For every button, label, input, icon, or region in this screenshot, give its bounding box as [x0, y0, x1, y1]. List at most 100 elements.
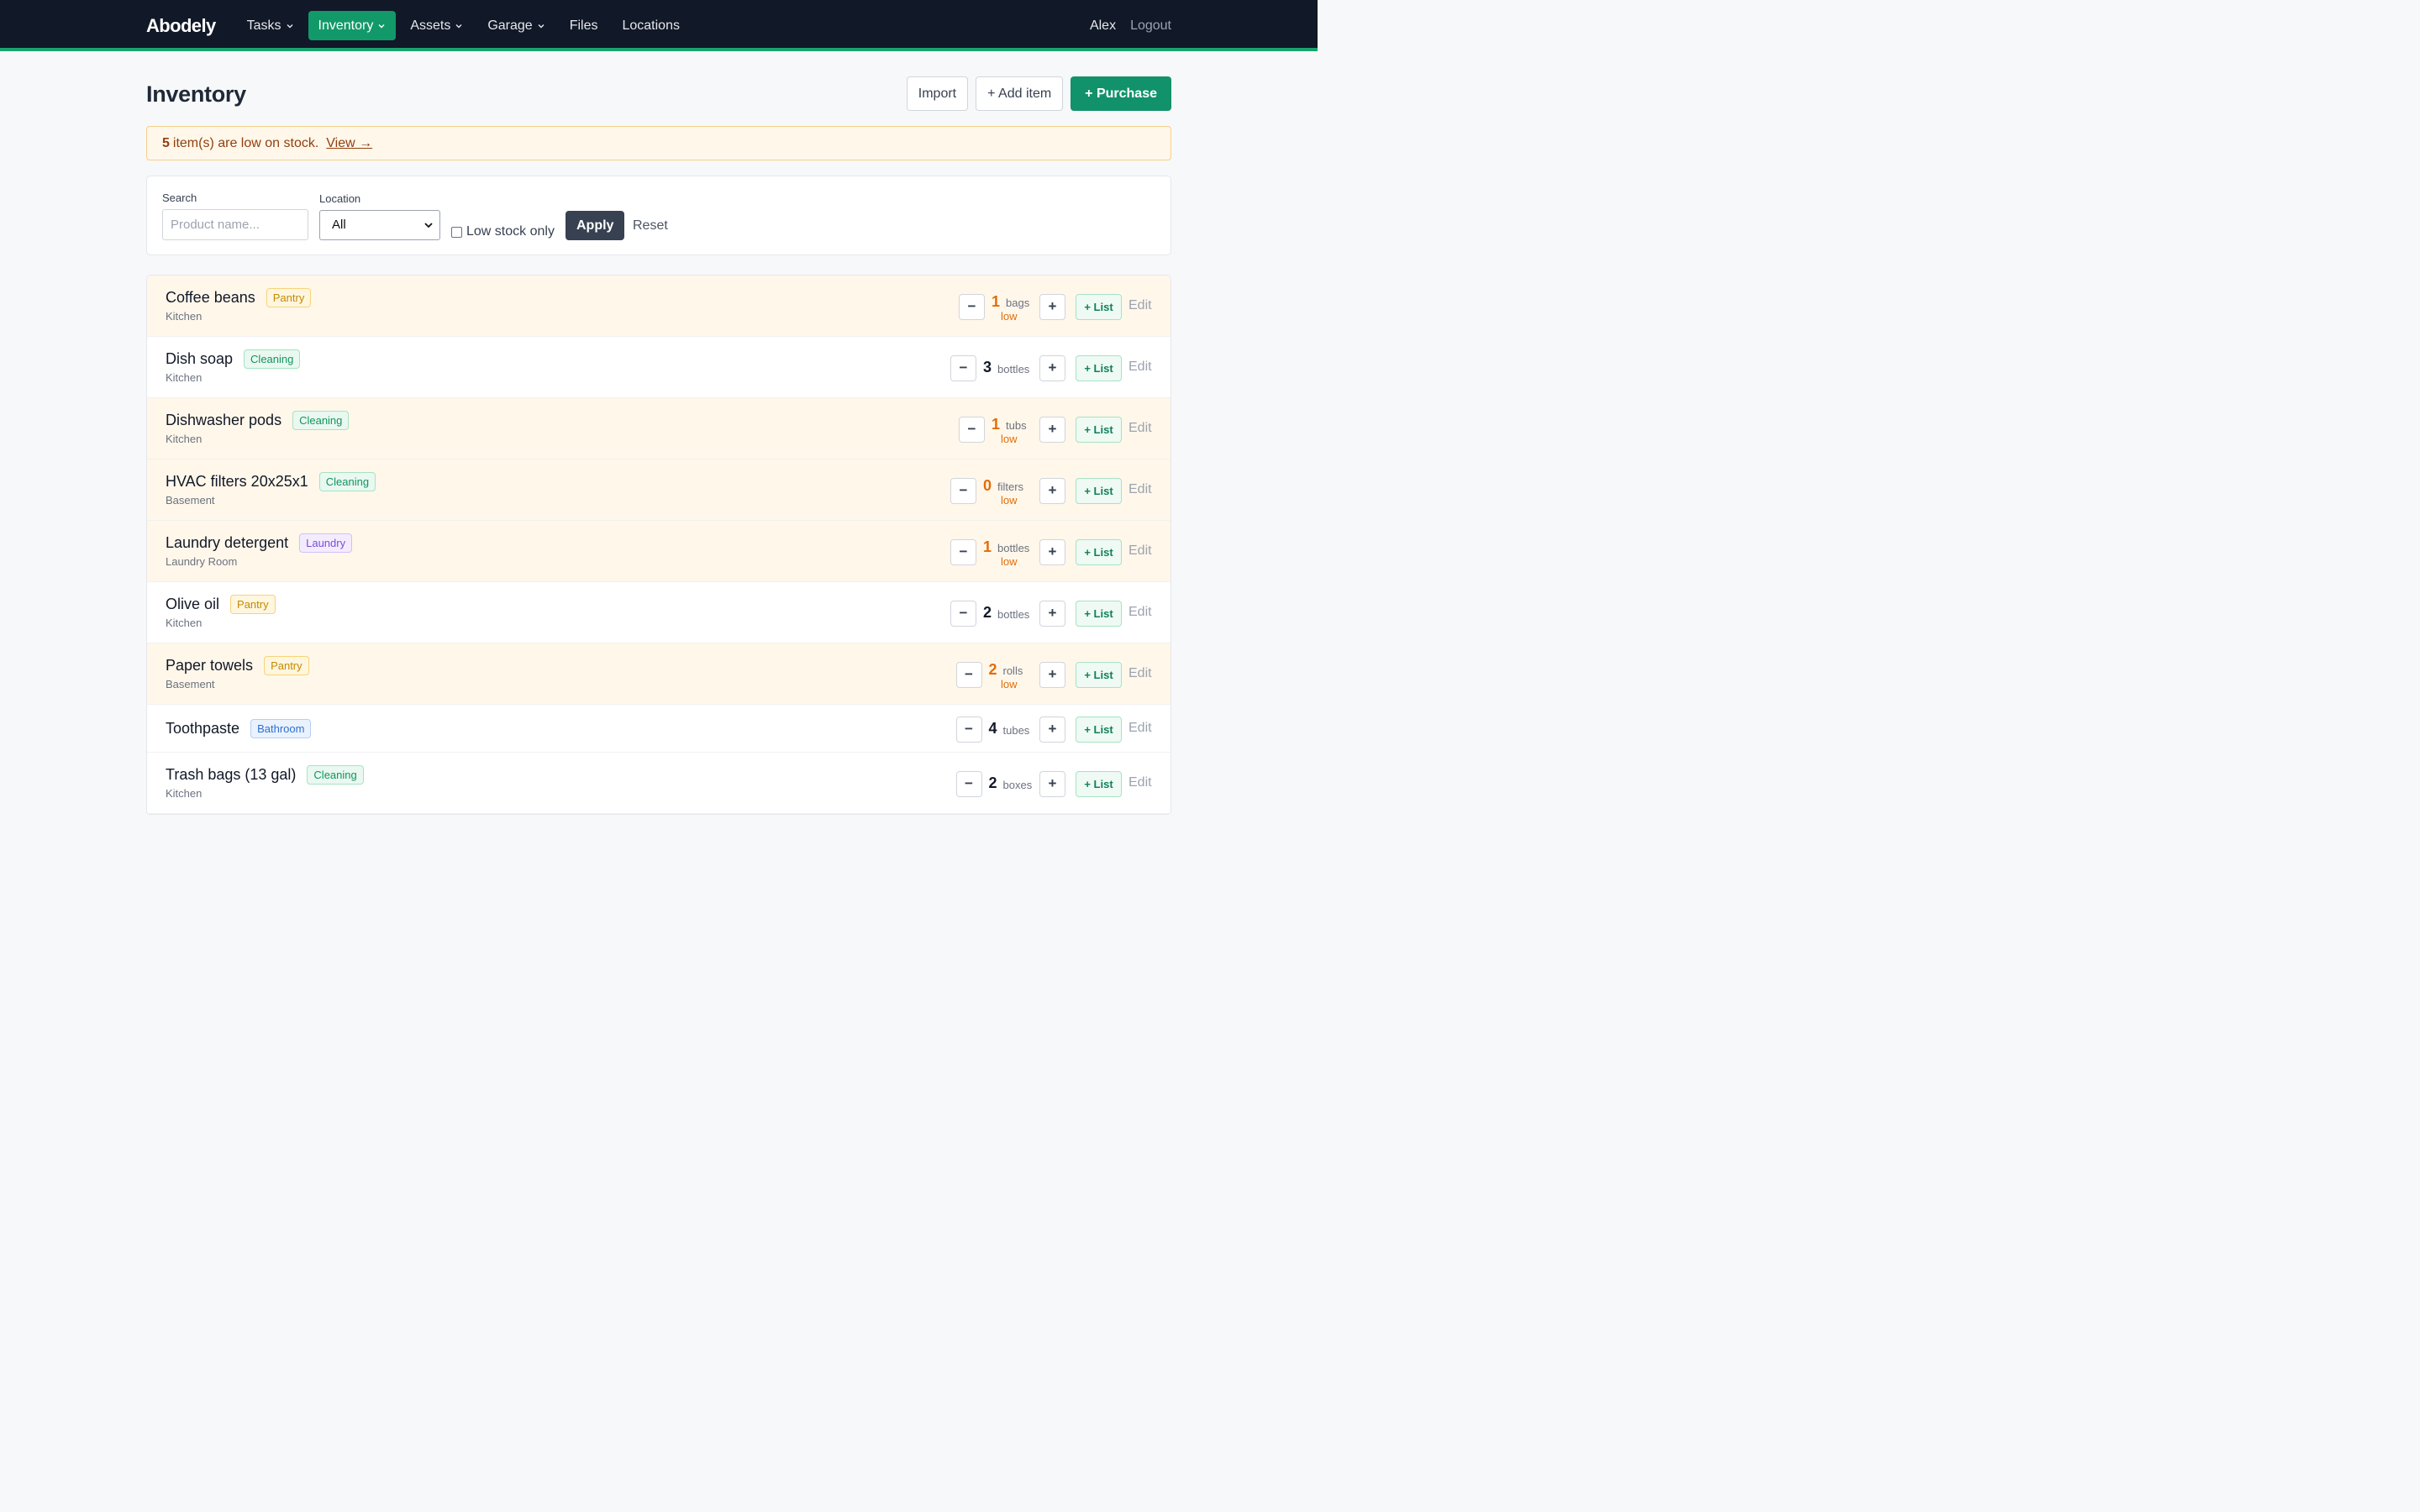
- low-stock-filter[interactable]: Low stock only: [451, 224, 555, 239]
- nav-item-assets[interactable]: Assets: [400, 11, 473, 40]
- item-location: Laundry Room: [166, 555, 238, 568]
- item-quantity: 2: [988, 774, 997, 791]
- item-quantity: 1: [983, 538, 992, 555]
- item-location: Kitchen: [166, 787, 203, 800]
- increment-button[interactable]: +: [1039, 477, 1065, 504]
- nav-item-locations[interactable]: Locations: [612, 11, 690, 40]
- brand-logo[interactable]: Abodely: [146, 15, 216, 37]
- reset-button[interactable]: Reset: [633, 218, 668, 234]
- nav-item-inventory[interactable]: Inventory: [308, 11, 397, 40]
- item-name[interactable]: Paper towels: [166, 657, 253, 675]
- increment-button[interactable]: +: [1039, 600, 1065, 627]
- increment-button[interactable]: +: [1039, 716, 1065, 743]
- item-quantity: 1: [992, 292, 1001, 310]
- purchase-button[interactable]: + Purchase: [1071, 76, 1171, 111]
- item-name[interactable]: Trash bags (13 gal): [166, 766, 296, 784]
- item-unit: filters: [997, 480, 1024, 493]
- item-name[interactable]: HVAC filters 20x25x1: [166, 473, 308, 491]
- apply-button[interactable]: Apply: [566, 211, 625, 240]
- chevron-down-icon: [424, 223, 433, 228]
- nav-item-tasks[interactable]: Tasks: [237, 11, 304, 40]
- decrement-button[interactable]: −: [955, 770, 982, 797]
- edit-link[interactable]: Edit: [1128, 666, 1152, 681]
- increment-button[interactable]: +: [1039, 293, 1065, 320]
- item-name-wrap: Coffee beans Pantry: [166, 288, 312, 307]
- item-name[interactable]: Coffee beans: [166, 289, 255, 307]
- edit-link[interactable]: Edit: [1128, 775, 1152, 790]
- list-item: Trash bags (13 gal) Cleaning Kitchen − 2…: [147, 753, 1171, 814]
- list-item: Toothpaste Bathroom − 4 tubes + + List E…: [147, 705, 1171, 753]
- decrement-button[interactable]: −: [950, 354, 976, 381]
- nav-item-garage[interactable]: Garage: [477, 11, 555, 40]
- add-to-list-button[interactable]: + List: [1076, 716, 1122, 743]
- location-label: Location: [319, 192, 361, 205]
- low-stock-text: item(s) are low on stock.: [172, 135, 319, 150]
- user-name[interactable]: Alex: [1090, 18, 1116, 34]
- increment-button[interactable]: +: [1039, 354, 1065, 381]
- item-location: Kitchen: [166, 617, 203, 629]
- item-name[interactable]: Olive oil: [166, 596, 219, 613]
- decrement-button[interactable]: −: [955, 716, 982, 743]
- add-to-list-button[interactable]: + List: [1076, 477, 1122, 504]
- edit-link[interactable]: Edit: [1128, 721, 1152, 736]
- list-item: Coffee beans Pantry Kitchen − 1 bags low…: [147, 276, 1171, 337]
- item-name[interactable]: Toothpaste: [166, 720, 239, 738]
- item-name[interactable]: Dish soap: [166, 350, 233, 368]
- add-to-list-button[interactable]: + List: [1076, 661, 1122, 688]
- item-location: Kitchen: [166, 371, 203, 384]
- list-item: Dish soap Cleaning Kitchen − 3 bottles +…: [147, 337, 1171, 398]
- add-to-list-button[interactable]: + List: [1076, 354, 1122, 381]
- decrement-button[interactable]: −: [955, 661, 982, 688]
- add-to-list-button[interactable]: + List: [1076, 293, 1122, 320]
- decrement-button[interactable]: −: [950, 538, 976, 565]
- item-name[interactable]: Dishwasher pods: [166, 412, 281, 429]
- chevron-down-icon: [378, 24, 385, 28]
- chevron-down-icon: [287, 24, 292, 28]
- item-location: Basement: [166, 678, 215, 690]
- item-unit: boxes: [1002, 778, 1033, 791]
- low-stock-alert: 5 item(s) are low on stock. View →: [146, 126, 1171, 160]
- nav-item-label: Garage: [487, 18, 533, 33]
- low-stock-count: 5: [162, 135, 170, 150]
- add-to-list-button[interactable]: + List: [1076, 770, 1122, 797]
- item-location: Kitchen: [166, 433, 203, 445]
- add-item-button[interactable]: + Add item: [976, 76, 1064, 111]
- edit-link[interactable]: Edit: [1128, 298, 1152, 313]
- decrement-button[interactable]: −: [959, 416, 985, 443]
- increment-button[interactable]: +: [1039, 538, 1065, 565]
- increment-button[interactable]: +: [1039, 661, 1065, 688]
- edit-link[interactable]: Edit: [1128, 482, 1152, 497]
- add-to-list-button[interactable]: + List: [1076, 416, 1122, 443]
- add-to-list-button[interactable]: + List: [1076, 600, 1122, 627]
- logout-link[interactable]: Logout: [1130, 18, 1171, 34]
- item-unit: bottles: [997, 362, 1030, 375]
- nav-item-files[interactable]: Files: [560, 11, 608, 40]
- edit-link[interactable]: Edit: [1128, 543, 1152, 559]
- search-input[interactable]: Product name...: [162, 209, 308, 240]
- category-badge: Pantry: [230, 595, 276, 614]
- increment-button[interactable]: +: [1039, 770, 1065, 797]
- add-to-list-button[interactable]: + List: [1076, 538, 1122, 565]
- category-badge: Laundry: [299, 533, 353, 553]
- item-name-wrap: Dish soap Cleaning: [166, 349, 301, 369]
- item-name-wrap: Laundry detergent Laundry: [166, 533, 353, 553]
- import-button[interactable]: Import: [906, 76, 969, 111]
- edit-link[interactable]: Edit: [1128, 360, 1152, 375]
- decrement-button[interactable]: −: [950, 600, 976, 627]
- edit-link[interactable]: Edit: [1128, 421, 1152, 436]
- page-actions: Import + Add item + Purchase: [906, 76, 1171, 111]
- location-select[interactable]: All: [319, 210, 440, 240]
- page-title: Inventory: [146, 81, 246, 107]
- category-badge: Cleaning: [292, 411, 350, 430]
- decrement-button[interactable]: −: [959, 293, 985, 320]
- item-name[interactable]: Laundry detergent: [166, 534, 288, 552]
- item-name-wrap: HVAC filters 20x25x1 Cleaning: [166, 472, 376, 491]
- decrement-button[interactable]: −: [950, 477, 976, 504]
- low-stock-tag: low: [1001, 432, 1018, 445]
- item-name-wrap: Trash bags (13 gal) Cleaning: [166, 765, 364, 785]
- edit-link[interactable]: Edit: [1128, 605, 1152, 620]
- increment-button[interactable]: +: [1039, 416, 1065, 443]
- low-stock-checkbox[interactable]: [451, 226, 462, 238]
- nav-menu: Tasks Inventory Assets Garage Files Locations: [237, 11, 694, 40]
- view-low-stock-link[interactable]: View →: [326, 136, 372, 151]
